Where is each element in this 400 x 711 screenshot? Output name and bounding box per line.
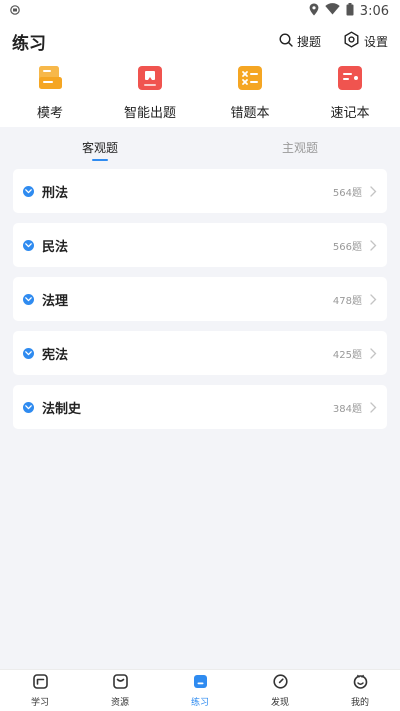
question-count: 384题 [332,403,362,415]
shortcut-notebook[interactable]: 速记本 [300,64,400,121]
settings-button[interactable]: 设置 [343,31,388,51]
search-button[interactable]: 搜题 [279,32,321,50]
status-time: 3:06 [359,3,389,19]
nav-label: 资源 [110,697,129,708]
nav-item-discover[interactable]: 发现 [240,670,320,711]
nav-item-resources[interactable]: 资源 [80,670,160,711]
location-icon [309,3,319,20]
shortcut-label: 速记本 [330,106,370,121]
tab-label: 主观题 [281,141,318,155]
active-tab-indicator [92,159,108,161]
compass-icon [272,673,288,692]
subject-card-jurisprudence[interactable]: 法理 478题 [13,277,387,321]
tab-subjective[interactable]: 主观题 [200,127,400,169]
chevron-right-icon [370,182,377,201]
wrong-book-icon [236,64,264,92]
nav-label: 我的 [350,697,369,708]
question-count: 425题 [332,349,362,361]
chevron-down-icon [23,401,34,413]
chevron-right-icon [370,236,377,255]
resources-icon [112,673,128,692]
subject-name: 法理 [42,293,69,309]
settings-label: 设置 [363,34,388,49]
chevron-down-icon [23,347,34,359]
smart-question-icon [136,64,164,92]
nav-item-mine[interactable]: 我的 [320,670,400,711]
tab-objective[interactable]: 客观题 [0,127,200,169]
page-title: 练习 [12,33,46,54]
question-type-tabs: 客观题 主观题 [0,127,400,169]
gear-icon [343,31,360,51]
subject-card-legal-history[interactable]: 法制史 384题 [13,385,387,429]
shortcut-label: 智能出题 [123,106,176,121]
nav-label: 练习 [190,697,209,708]
subject-name: 法制史 [42,401,82,417]
header: 练习 搜题 设置 [0,22,400,60]
wifi-icon [325,3,340,19]
shortcut-wrong-book[interactable]: 错题本 [200,64,300,121]
battery-icon [346,2,354,20]
chevron-down-icon [23,185,34,197]
nav-item-study[interactable]: 学习 [0,670,80,711]
study-icon [32,673,48,692]
subject-list: 刑法 564题 民法 566题 法理 478题 宪法 425题 法制史 384题 [0,169,400,429]
shortcut-label: 模考 [36,106,63,121]
bottom-nav: 学习 资源 练习 发现 我的 [0,669,400,711]
search-label: 搜题 [296,34,321,49]
chevron-down-icon [23,293,34,305]
status-bar: 3:06 [0,0,400,22]
shortcut-label: 错题本 [230,106,270,121]
shortcut-row: 模考 智能出题 错题本 速记本 [0,60,400,121]
tab-label: 客观题 [81,141,118,155]
question-count: 564题 [332,187,362,199]
app-notification-icon [10,4,20,19]
question-count: 566题 [332,241,362,253]
mock-exam-icon [36,64,64,92]
subject-card-criminal-law[interactable]: 刑法 564题 [13,169,387,213]
shortcut-mock-exam[interactable]: 模考 [0,64,100,121]
subject-name: 刑法 [42,185,69,201]
question-count: 478题 [332,295,362,307]
nav-item-practice[interactable]: 练习 [160,670,240,711]
subject-card-constitutional-law[interactable]: 宪法 425题 [13,331,387,375]
notebook-icon [336,64,364,92]
profile-icon [353,674,368,692]
subject-name: 民法 [42,239,69,255]
nav-label: 发现 [270,697,289,708]
top-panel: 3:06 练习 搜题 设置 模考 智能出题 错题本 速记本 [0,0,400,127]
practice-icon [193,674,208,692]
subject-name: 宪法 [42,347,69,363]
chevron-right-icon [370,344,377,363]
subject-card-civil-law[interactable]: 民法 566题 [13,223,387,267]
chevron-down-icon [23,239,34,251]
chevron-right-icon [370,290,377,309]
search-icon [279,32,293,50]
shortcut-smart-question[interactable]: 智能出题 [100,64,200,121]
nav-label: 学习 [30,697,49,708]
chevron-right-icon [370,398,377,417]
